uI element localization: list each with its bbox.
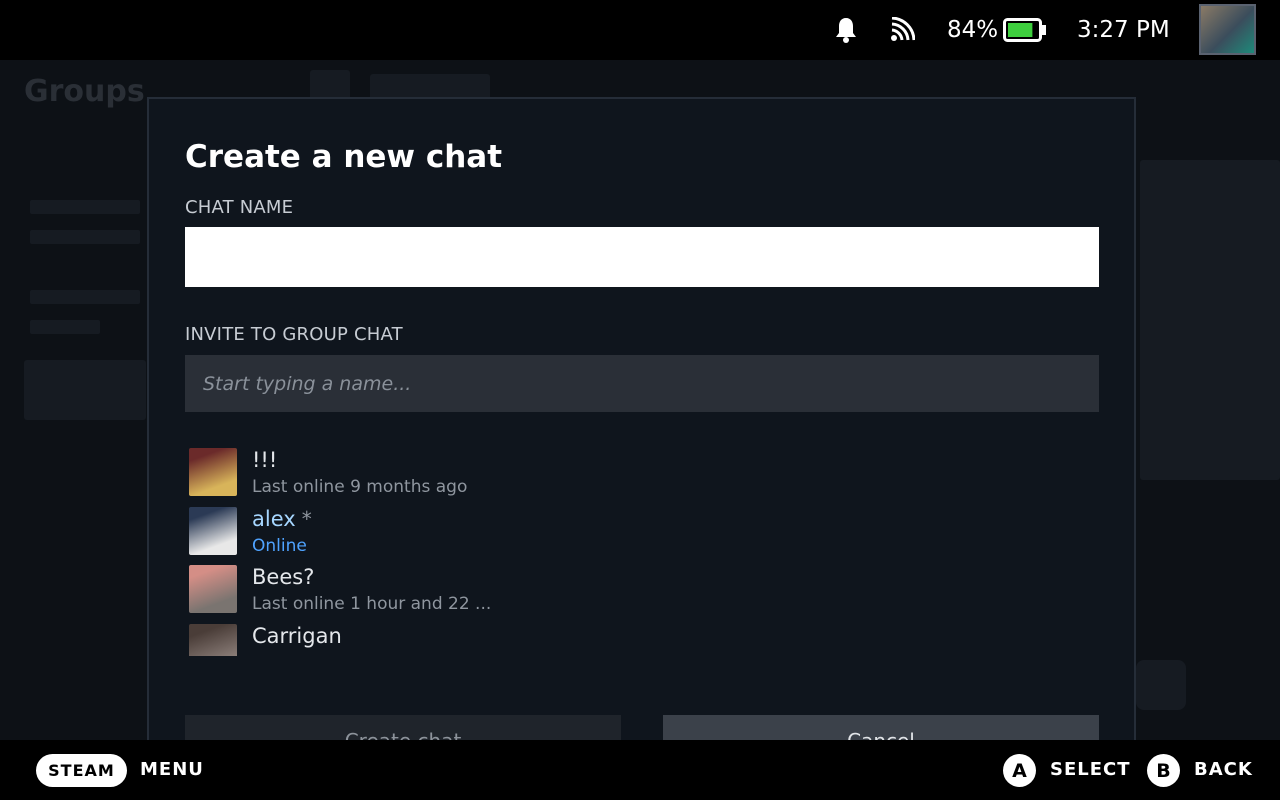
bottom-bar: STEAM MENU A SELECT B BACK (0, 740, 1280, 800)
background-block (24, 360, 146, 420)
user-avatar[interactable] (1199, 4, 1256, 55)
friend-avatar (189, 448, 237, 496)
invite-search-input[interactable] (185, 355, 1099, 412)
friend-status: Last online 1 hour and 22 ... (252, 594, 492, 614)
a-button-icon[interactable]: A (1003, 754, 1036, 787)
bell-icon[interactable] (834, 0, 858, 60)
chat-name-input[interactable] (185, 227, 1099, 287)
wifi-icon[interactable] (889, 0, 915, 60)
menu-label: MENU (140, 759, 204, 780)
background-line (30, 200, 140, 214)
background-title: Groups (24, 74, 145, 109)
friend-row[interactable]: Carrigan (185, 620, 1099, 656)
chat-name-label: CHAT NAME (185, 197, 294, 218)
invite-label: INVITE TO GROUP CHAT (185, 324, 403, 345)
friend-name: !!! (252, 448, 278, 472)
background-block (1136, 660, 1186, 710)
friend-status: Online (252, 536, 307, 556)
friend-name: Bees? (252, 565, 315, 589)
status-bar: 84% 3:27 PM (0, 0, 1280, 60)
battery-fill (1008, 23, 1033, 37)
dialog-title: Create a new chat (185, 139, 503, 175)
nickname-marker: * (301, 507, 312, 531)
friend-avatar (189, 507, 237, 555)
steam-button[interactable]: STEAM (36, 754, 127, 787)
friends-list: !!! Last online 9 months ago alex * Onlin… (185, 444, 1099, 656)
select-label: SELECT (1050, 759, 1131, 780)
friend-name: Carrigan (252, 624, 342, 648)
clock: 3:27 PM (1077, 17, 1170, 43)
friend-avatar (189, 624, 237, 656)
back-label: BACK (1194, 759, 1253, 780)
background-line (30, 290, 140, 304)
background-line (30, 320, 100, 334)
battery-percent: 84% (947, 17, 999, 43)
friend-status: Last online 9 months ago (252, 477, 468, 497)
background-line (30, 230, 140, 244)
battery-icon[interactable] (1003, 0, 1047, 60)
create-chat-dialog: Create a new chat CHAT NAME INVITE TO GR… (147, 97, 1136, 757)
background-block (1140, 160, 1280, 480)
friend-row[interactable]: alex * Online (185, 503, 1099, 561)
friend-avatar (189, 565, 237, 613)
friend-name: alex * (252, 507, 312, 531)
friend-row[interactable]: Bees? Last online 1 hour and 22 ... (185, 561, 1099, 619)
friend-row[interactable]: !!! Last online 9 months ago (185, 444, 1099, 502)
background-block (310, 70, 350, 100)
b-button-icon[interactable]: B (1147, 754, 1180, 787)
